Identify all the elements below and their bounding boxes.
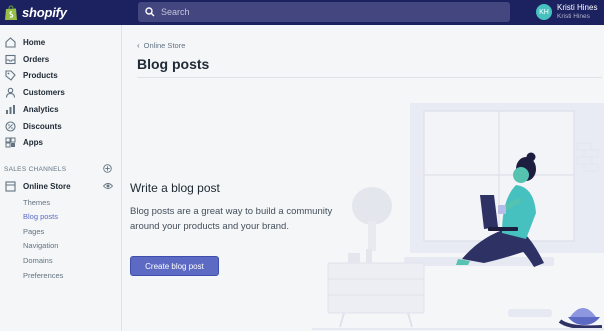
main-content: ‹ Online Store Blog posts Write a blog p… bbox=[122, 25, 604, 331]
sidebar-item-discounts[interactable]: Discounts bbox=[0, 118, 121, 135]
eye-icon[interactable] bbox=[103, 182, 113, 190]
sidebar-sub-item-preferences[interactable]: Preferences bbox=[23, 271, 63, 280]
sidebar-sub-item-navigation[interactable]: Navigation bbox=[23, 241, 58, 250]
sidebar-sub-item-domains[interactable]: Domains bbox=[23, 256, 53, 265]
search-bar[interactable] bbox=[138, 2, 510, 22]
chevron-left-icon: ‹ bbox=[137, 41, 140, 50]
sidebar-item-customers[interactable]: Customers bbox=[0, 84, 121, 101]
breadcrumb-link[interactable]: Online Store bbox=[144, 41, 186, 50]
title-divider bbox=[137, 77, 602, 78]
sidebar-item-home[interactable]: Home bbox=[0, 34, 121, 51]
add-sales-channel-icon[interactable] bbox=[103, 164, 112, 173]
sidebar-item-label: Online Store bbox=[23, 182, 71, 191]
bar-chart-icon bbox=[6, 105, 15, 114]
sidebar-item-analytics[interactable]: Analytics bbox=[0, 101, 121, 118]
user-name: Kristi Hines bbox=[557, 3, 598, 12]
sidebar-sub-item-pages[interactable]: Pages bbox=[23, 227, 44, 236]
create-blog-post-button[interactable]: Create blog post bbox=[130, 256, 219, 276]
blog-empty-state-illustration bbox=[312, 103, 604, 330]
sidebar-item-orders[interactable]: Orders bbox=[0, 51, 121, 68]
sidebar: Home Orders Products Customers Analytics… bbox=[0, 25, 122, 331]
shopify-logo[interactable]: shopify bbox=[4, 3, 67, 22]
shopify-bag-icon bbox=[5, 4, 17, 20]
sidebar-item-products[interactable]: Products bbox=[0, 67, 121, 84]
orders-icon bbox=[5, 54, 16, 65]
discount-icon bbox=[5, 121, 16, 132]
sidebar-item-label: Discounts bbox=[23, 122, 62, 131]
sidebar-item-label: Analytics bbox=[23, 105, 59, 114]
sidebar-sub-item-blog-posts[interactable]: Blog posts bbox=[23, 212, 58, 221]
user-menu[interactable]: KH Kristi Hines Kristi Hines bbox=[536, 3, 597, 21]
empty-state-description: Blog posts are a great way to build a co… bbox=[130, 206, 333, 232]
store-icon bbox=[5, 181, 16, 192]
logo-text: shopify bbox=[22, 5, 67, 20]
sidebar-item-label: Products bbox=[23, 71, 58, 80]
sidebar-item-label: Orders bbox=[23, 55, 50, 64]
apps-icon bbox=[5, 137, 16, 148]
tag-icon bbox=[5, 70, 16, 81]
breadcrumb[interactable]: ‹ Online Store bbox=[137, 41, 185, 50]
sales-channels-heading: SALES CHANNELS bbox=[4, 166, 67, 173]
sidebar-item-label: Home bbox=[23, 38, 46, 47]
sidebar-sub-item-themes[interactable]: Themes bbox=[23, 198, 50, 207]
empty-state-heading: Write a blog post bbox=[130, 181, 220, 195]
sidebar-item-label: Apps bbox=[23, 138, 43, 147]
sidebar-item-apps[interactable]: Apps bbox=[0, 134, 121, 151]
search-icon bbox=[145, 7, 155, 17]
sidebar-item-label: Customers bbox=[23, 88, 65, 97]
user-store-name: Kristi Hines bbox=[557, 13, 590, 20]
page-title: Blog posts bbox=[137, 56, 210, 72]
person-icon bbox=[5, 87, 16, 98]
home-icon bbox=[5, 37, 16, 48]
search-input[interactable] bbox=[161, 7, 501, 17]
top-bar: shopify KH Kristi Hines Kristi Hines bbox=[0, 0, 604, 25]
avatar: KH bbox=[536, 4, 552, 20]
